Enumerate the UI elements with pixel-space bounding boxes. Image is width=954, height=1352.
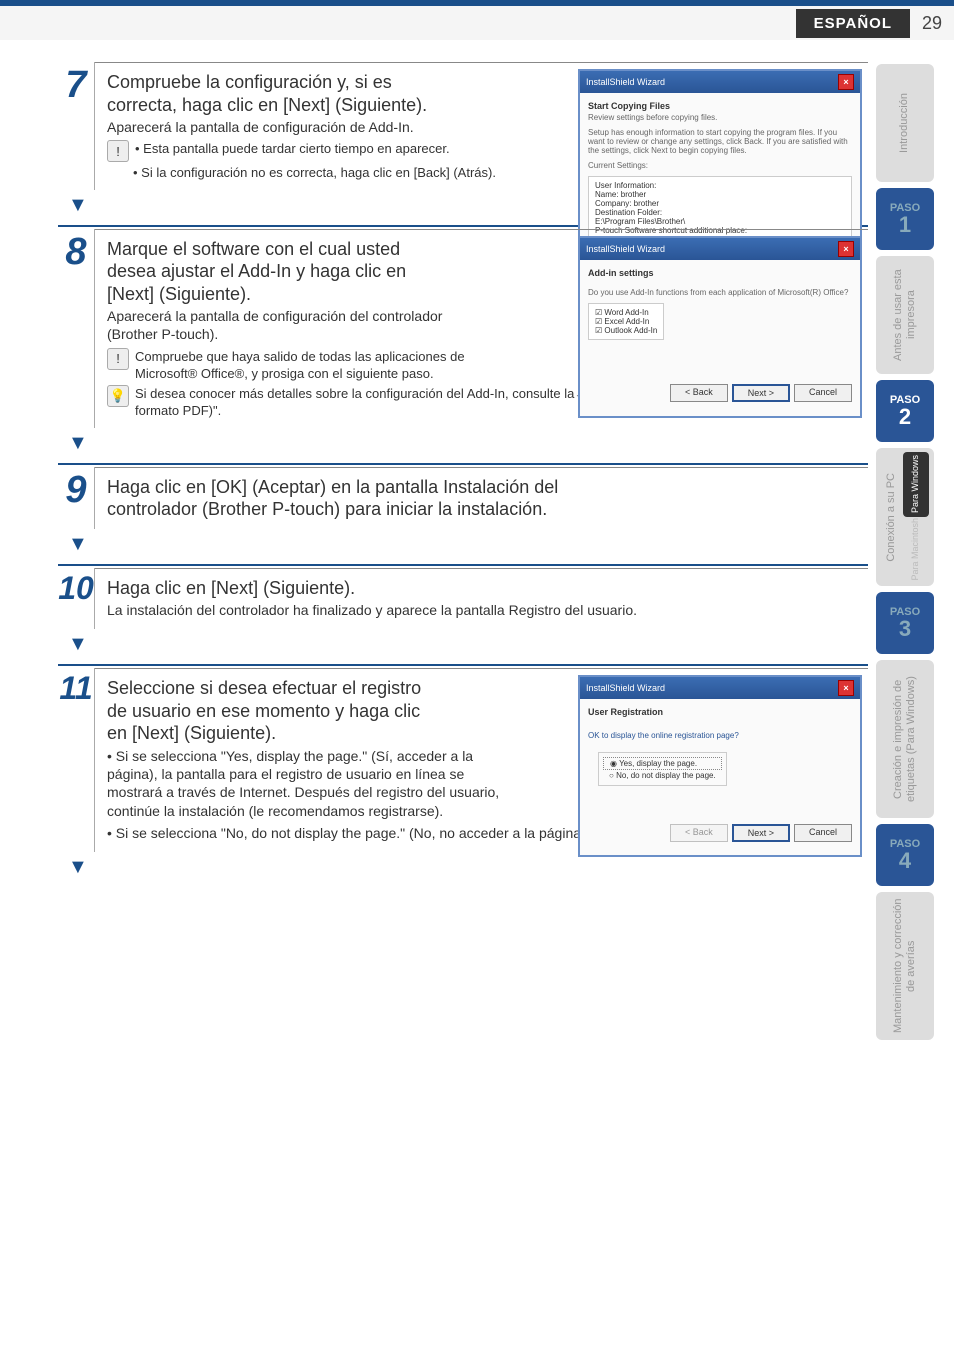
step7-note2: • Si la configuración no es correcta, ha… <box>133 164 503 182</box>
dialog-section: Current Settings: <box>588 161 852 170</box>
back-button: < Back <box>670 824 728 842</box>
arrow-down-icon: ▼ <box>68 432 868 455</box>
info-icon: ! <box>107 348 129 370</box>
dialog-subtitle: Review settings before copying files. <box>588 113 852 122</box>
tab-intro[interactable]: Introducción <box>876 64 934 182</box>
close-icon[interactable]: × <box>838 241 854 257</box>
tip-icon: 💡 <box>107 385 129 407</box>
step8-screenshot: InstallShield Wizard × Add-in settings Do… <box>578 236 862 418</box>
step7-note1: • Esta pantalla puede tardar cierto tiem… <box>135 140 505 162</box>
dialog-title: InstallShield Wizard <box>586 77 665 87</box>
dialog-title: InstallShield Wizard <box>586 683 665 693</box>
tab-mant[interactable]: Mantenimiento y corrección de averías <box>876 892 934 1040</box>
sidebar: Introducción PASO1 Antes de usar esta im… <box>876 62 934 1040</box>
dialog-heading: Start Copying Files <box>588 101 852 111</box>
page-number: 29 <box>910 13 954 34</box>
tab-creacion[interactable]: Creación e impresión de etiquetas (Para … <box>876 660 934 818</box>
step-number: 10 <box>58 568 95 630</box>
dialog-heading: User Registration <box>588 707 852 717</box>
info-icon: ! <box>107 140 129 162</box>
language-tab: ESPAÑOL <box>796 9 910 38</box>
cancel-button[interactable]: Cancel <box>794 384 852 402</box>
step7-lead1: Compruebe la configuración y, si es <box>107 72 392 92</box>
step10-sub: La instalación del controlador ha finali… <box>107 601 858 619</box>
step7-sub: Aparecerá la pantalla de configuración d… <box>107 118 497 136</box>
tab-paso4[interactable]: PASO4 <box>876 824 934 886</box>
step-number: 11 <box>58 668 95 851</box>
addin-checks: ☑ Word Add-In ☑ Excel Add-In ☑ Outlook A… <box>588 303 664 340</box>
step11-screenshot: InstallShield Wizard× User Registration … <box>578 675 862 857</box>
dialog-title: InstallShield Wizard <box>586 244 665 254</box>
step9-lead2: controlador (Brother P-touch) para inici… <box>107 499 547 519</box>
tab-conexion[interactable]: Conexión a su PC Para Windows Para Macin… <box>876 448 934 586</box>
step11-lead1: Seleccione si desea efectuar el registro <box>107 678 421 698</box>
step9-lead1: Haga clic en [OK] (Aceptar) en la pantal… <box>107 477 558 497</box>
dialog-desc: Do you use Add-In functions from each ap… <box>588 288 852 297</box>
step10-lead: Haga clic en [Next] (Siguiente). <box>107 577 858 600</box>
check-word[interactable]: ☑ Word Add-In <box>595 308 657 317</box>
arrow-down-icon: ▼ <box>68 633 868 656</box>
close-icon[interactable]: × <box>838 74 854 90</box>
step-11: 11 Seleccione si desea efectuar el regis… <box>58 668 868 851</box>
step-8: 8 Marque el software con el cual ustedde… <box>58 229 868 428</box>
step-10: 10 Haga clic en [Next] (Siguiente). La i… <box>58 568 868 630</box>
dialog-desc: Setup has enough information to start co… <box>588 128 852 155</box>
step11-lead3: en [Next] (Siguiente). <box>107 723 276 743</box>
radio-yes[interactable]: ◉ Yes, display the page. <box>603 757 722 770</box>
back-button[interactable]: < Back <box>670 384 728 402</box>
step11-lead2: de usuario en ese momento y haga clic <box>107 701 420 721</box>
step-number: 9 <box>58 467 95 529</box>
radio-no[interactable]: ○ No, do not display the page. <box>603 770 722 781</box>
step-number: 8 <box>58 229 95 428</box>
dialog-heading: Add-in settings <box>588 268 852 278</box>
step8-lead3: [Next] (Siguiente). <box>107 284 251 304</box>
step11-bullet1: • Si se selecciona "Yes, display the pag… <box>107 747 507 820</box>
next-button[interactable]: Next > <box>732 824 790 842</box>
arrow-down-icon: ▼ <box>68 533 868 556</box>
check-excel[interactable]: ☑ Excel Add-In <box>595 317 657 326</box>
step8-lead1: Marque el software con el cual usted <box>107 239 400 259</box>
tab-antes[interactable]: Antes de usar esta impresora <box>876 256 934 374</box>
step-number: 7 <box>58 62 95 190</box>
arrow-down-icon: ▼ <box>68 856 868 879</box>
close-icon[interactable]: × <box>838 680 854 696</box>
step-7: 7 Compruebe la configuración y, si es cor… <box>58 62 868 190</box>
header-bar: ESPAÑOL 29 <box>0 0 954 40</box>
check-outlook[interactable]: ☑ Outlook Add-In <box>595 326 657 335</box>
cancel-button[interactable]: Cancel <box>794 824 852 842</box>
step7-lead2: correcta, haga clic en [Next] (Siguiente… <box>107 95 427 115</box>
step8-note1: Compruebe que haya salido de todas las a… <box>135 348 505 383</box>
step8-lead2: desea ajustar el Add-In y haga clic en <box>107 261 406 281</box>
next-button[interactable]: Next > <box>732 384 790 402</box>
step8-sub: Aparecerá la pantalla de configuración d… <box>107 307 477 343</box>
tab-paso2[interactable]: PASO2 <box>876 380 934 442</box>
dialog-desc: OK to display the online registration pa… <box>588 731 852 740</box>
step-9: 9 Haga clic en [OK] (Aceptar) en la pant… <box>58 467 868 529</box>
tab-paso1[interactable]: PASO1 <box>876 188 934 250</box>
tab-paso3[interactable]: PASO3 <box>876 592 934 654</box>
